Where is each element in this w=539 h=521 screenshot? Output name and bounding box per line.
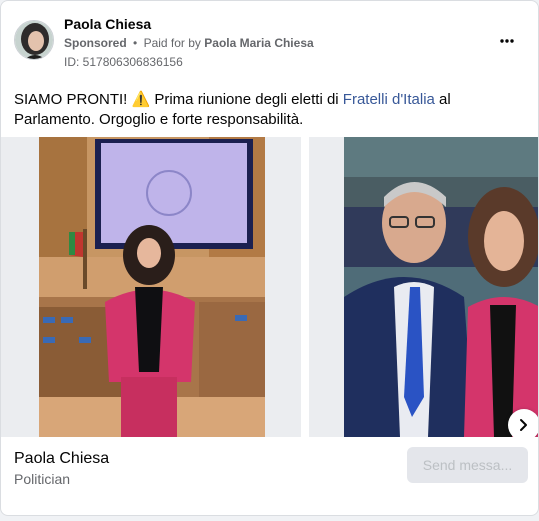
more-horizontal-icon — [500, 39, 514, 43]
avatar-photo-icon — [15, 21, 53, 59]
author-name-link[interactable]: Paola Chiesa — [64, 16, 151, 32]
sponsored-label[interactable]: Sponsored — [64, 36, 127, 50]
post-text-link[interactable]: Fratelli d'Italia — [343, 91, 435, 108]
carousel-slide-1[interactable] — [1, 137, 301, 437]
send-message-button[interactable]: Send messa... — [407, 447, 528, 483]
carousel-page-name: Paola Chiesa — [14, 450, 110, 467]
chevron-right-icon — [520, 419, 527, 431]
carousel-slide-2[interactable] — [309, 137, 538, 437]
photo-woman-in-assembly-hall — [39, 137, 265, 437]
sponsored-post-card: Paola Chiesa Sponsored • Paid for by Pao… — [0, 0, 539, 516]
meta-separator: • — [133, 36, 138, 50]
ad-id: ID: 517806306836156 — [64, 55, 183, 69]
paid-for-name: Paola Maria Chiesa — [204, 36, 314, 50]
author-avatar[interactable] — [14, 20, 54, 60]
more-options-button[interactable] — [491, 29, 523, 53]
carousel-page-category: Politician — [14, 471, 71, 487]
photo-woman-with-man — [344, 137, 538, 437]
carousel-next-button[interactable] — [508, 409, 538, 437]
post-text-start: SIAMO PRONTI! ⚠️ Prima riunione degli el… — [14, 91, 343, 108]
sponsor-meta-line: Sponsored • Paid for by Paola Maria Chie… — [64, 36, 314, 50]
post-text: SIAMO PRONTI! ⚠️ Prima riunione degli el… — [14, 90, 524, 130]
paid-for-label: Paid for by — [143, 36, 201, 50]
image-carousel — [1, 137, 538, 437]
